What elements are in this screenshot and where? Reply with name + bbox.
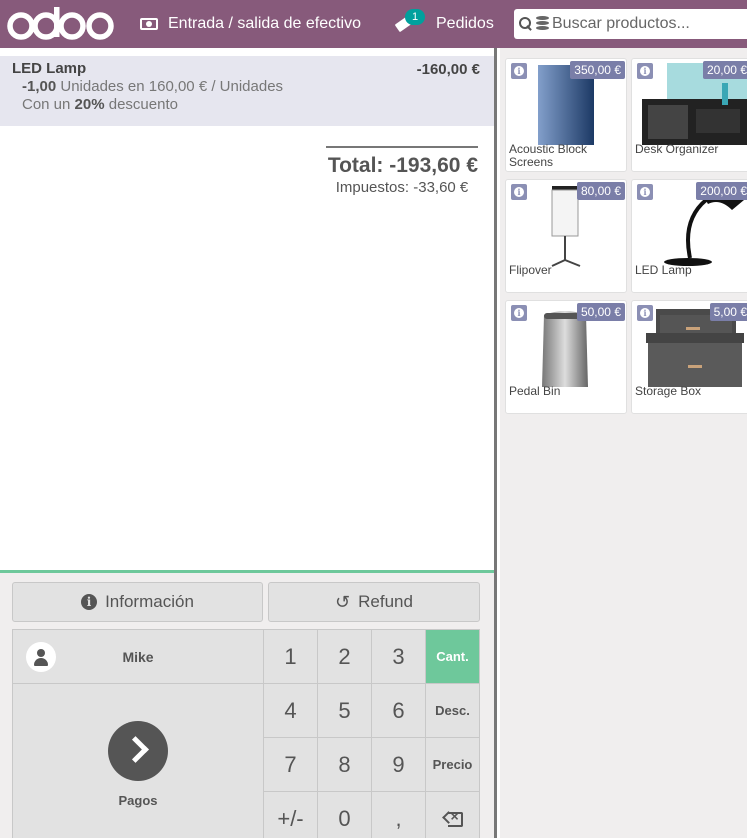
odoo-logo[interactable] xyxy=(6,6,118,42)
numpad-key-1[interactable]: 1 xyxy=(264,630,318,684)
backspace-icon xyxy=(441,808,463,827)
product-name: Desk Organizer xyxy=(635,142,719,156)
product-list-pane: i 350,00 € Acoustic Block Screens i 20,0… xyxy=(500,48,747,838)
top-header: Entrada / salida de efectivo Pedidos 1 xyxy=(0,0,747,48)
discount-prefix: Con un xyxy=(22,96,71,113)
numpad-key-6[interactable]: 6 xyxy=(372,684,426,738)
numpad-key-plus-minus[interactable]: +/- xyxy=(264,792,318,838)
numpad-key-0[interactable]: 0 xyxy=(318,792,372,838)
orders-count-badge: 1 xyxy=(405,9,425,25)
cash-in-out-label: Entrada / salida de efectivo xyxy=(168,15,362,32)
product-price: 20,00 € xyxy=(702,61,747,79)
order-line-qty-info: -1,00 Unidades en 160,00 € / Unidades xyxy=(22,78,482,95)
customer-button[interactable]: Mike xyxy=(13,630,264,684)
discount-value: 20% xyxy=(74,96,105,113)
discount-suffix: descuento xyxy=(108,96,178,113)
info-button[interactable]: i Información xyxy=(12,582,263,622)
product-price: 50,00 € xyxy=(576,303,625,321)
product-info-icon[interactable]: i xyxy=(511,184,527,200)
product-card-acoustic-block-screens[interactable]: i 350,00 € Acoustic Block Screens xyxy=(505,58,627,172)
product-price: 5,00 € xyxy=(709,303,747,321)
order-pane: LED Lamp -160,00 € -1,00 Unidades en 160… xyxy=(0,48,497,838)
payment-label: Pagos xyxy=(118,793,158,808)
product-card-flipover[interactable]: i 80,00 € Flipover xyxy=(505,179,627,293)
product-name: Acoustic Block Screens xyxy=(509,142,588,169)
order-line-selected[interactable]: LED Lamp -160,00 € -1,00 Unidades en 160… xyxy=(0,56,494,126)
product-card-desk-organizer[interactable]: i 20,00 € Desk Organizer xyxy=(631,58,747,172)
undo-icon: ↺ xyxy=(335,591,351,612)
order-summary: Total: -193,60 € Impuestos: -33,60 € xyxy=(326,146,478,196)
product-name: Storage Box xyxy=(635,384,702,398)
search-icon xyxy=(519,17,533,31)
product-info-icon[interactable]: i xyxy=(511,63,527,79)
product-price: 80,00 € xyxy=(576,182,625,200)
info-icon: i xyxy=(81,594,98,610)
numpad-key-2[interactable]: 2 xyxy=(318,630,372,684)
product-card-led-lamp[interactable]: i 200,00 € LED Lamp xyxy=(631,179,747,293)
numpad-key-4[interactable]: 4 xyxy=(264,684,318,738)
product-price: 350,00 € xyxy=(570,61,625,79)
numpad-key-9[interactable]: 9 xyxy=(372,738,426,792)
cash-in-out-button[interactable]: Entrada / salida de efectivo xyxy=(140,0,361,48)
refund-button[interactable]: ↺ Refund xyxy=(268,582,480,622)
control-panel: i Información ↺ Refund Mike Pagos 1 2 3 … xyxy=(0,570,494,838)
refund-button-label: Refund xyxy=(358,592,413,611)
backspace-button[interactable] xyxy=(426,792,480,838)
numpad-key-7[interactable]: 7 xyxy=(264,738,318,792)
product-price: 200,00 € xyxy=(696,182,747,200)
product-info-icon[interactable]: i xyxy=(637,305,653,321)
database-icon[interactable] xyxy=(536,16,550,32)
numpad-key-comma[interactable]: , xyxy=(372,792,426,838)
orders-label: Pedidos xyxy=(436,15,494,32)
product-info-icon[interactable]: i xyxy=(637,63,653,79)
order-total: Total: -193,60 € xyxy=(327,154,478,177)
numpad-key-5[interactable]: 5 xyxy=(318,684,372,738)
customer-name: Mike xyxy=(122,649,154,665)
order-line-discount-info: Con un 20% descuento xyxy=(22,96,482,113)
product-info-icon[interactable]: i xyxy=(511,305,527,321)
user-avatar-icon xyxy=(26,642,56,672)
numpad-key-8[interactable]: 8 xyxy=(318,738,372,792)
product-card-pedal-bin[interactable]: i 50,00 € Pedal Bin xyxy=(505,300,627,414)
product-name: LED Lamp xyxy=(635,263,692,277)
order-taxes: Impuestos: -33,60 € xyxy=(335,179,469,196)
mode-quantity-button[interactable]: Cant. xyxy=(426,630,480,684)
order-line-product-name: LED Lamp xyxy=(12,60,87,77)
chevron-right-icon xyxy=(108,721,168,781)
info-button-label: Información xyxy=(105,592,194,611)
mode-price-button[interactable]: Precio xyxy=(426,738,480,792)
product-search-input[interactable] xyxy=(552,15,742,33)
money-bill-icon xyxy=(140,18,158,30)
numpad-key-3[interactable]: 3 xyxy=(372,630,426,684)
numpad-area: Mike Pagos 1 2 3 Cant. 4 5 6 Desc. 7 8 9… xyxy=(12,629,480,838)
order-line-unit-info: Unidades en 160,00 € / Unidades xyxy=(60,78,284,95)
mode-discount-button[interactable]: Desc. xyxy=(426,684,480,738)
payment-button[interactable]: Pagos xyxy=(13,684,264,838)
product-name: Pedal Bin xyxy=(509,384,561,398)
order-line-price: -160,00 € xyxy=(416,61,480,78)
order-line-qty: -1,00 xyxy=(22,78,57,95)
product-search-box xyxy=(514,9,747,39)
product-info-icon[interactable]: i xyxy=(637,184,653,200)
product-card-storage-box[interactable]: i 5,00 € Storage Box xyxy=(631,300,747,414)
product-name: Flipover xyxy=(509,263,552,277)
